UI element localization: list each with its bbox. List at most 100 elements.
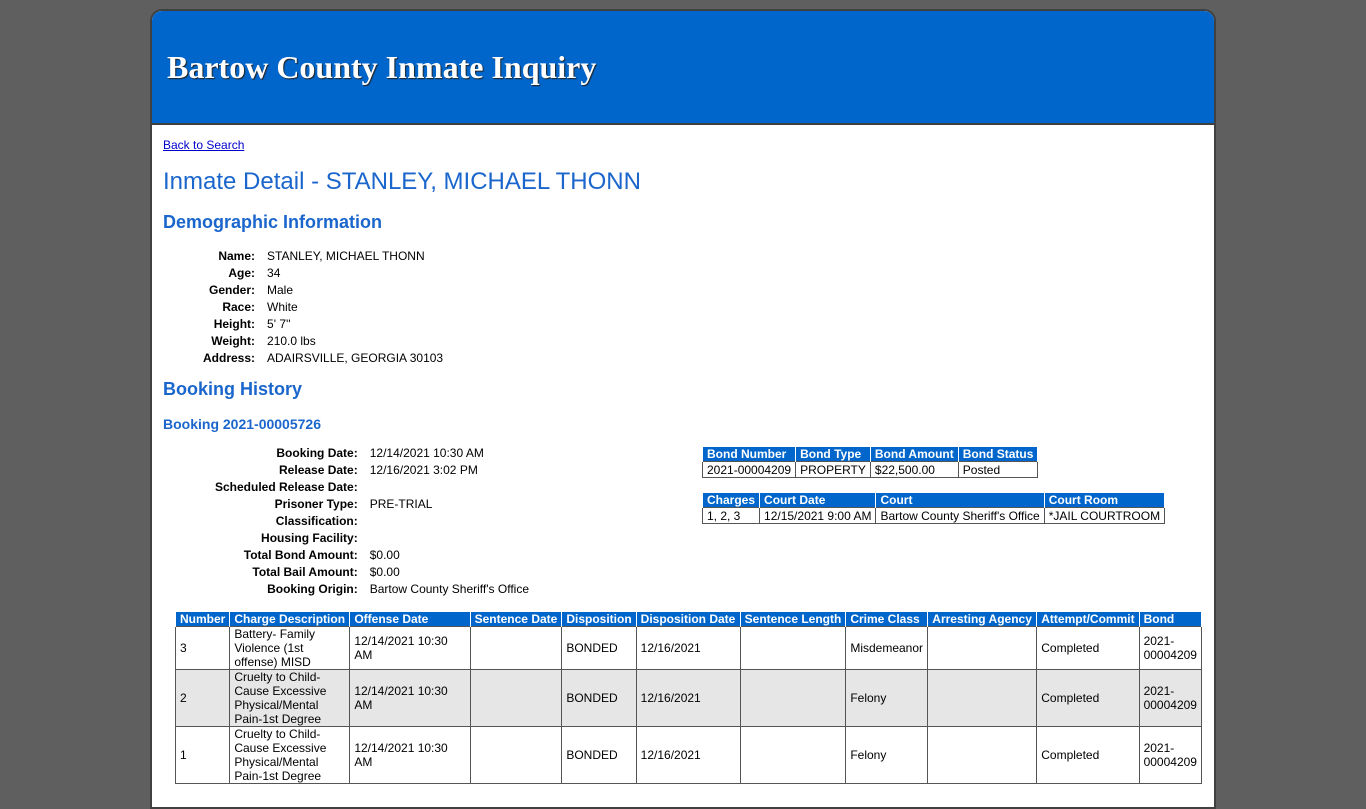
charges-table-cell: Felony	[845, 669, 929, 727]
charges-table-cell: Completed	[1036, 669, 1140, 727]
charges-table-cell: Cruelty to Child- Cause Excessive Physic…	[229, 726, 351, 784]
booking-field-value	[370, 512, 529, 529]
charges-table-column-header: Charge Description	[229, 611, 351, 627]
court-table-column-header: Court	[875, 492, 1045, 508]
charges-table-cell: BONDED	[561, 726, 637, 784]
booking-heading: Booking 2021-00005726	[163, 416, 321, 432]
charges-table-cell: Battery- Family Violence (1st offense) M…	[229, 626, 351, 670]
charges-table-cell	[739, 669, 847, 727]
charges-table-column-header: Offense Date	[349, 611, 471, 627]
booking-field-value: PRE-TRIAL	[369, 496, 433, 511]
demographic-field-label: Gender:	[209, 282, 256, 297]
bond-table-cell: Posted	[957, 461, 1039, 478]
charges-table-cell: Cruelty to Child- Cause Excessive Physic…	[229, 669, 351, 727]
bond-table-row: 2021-00004209 PROPERTY $22,500.00 Posted	[701, 461, 1039, 478]
charges-table-cell	[927, 669, 1038, 727]
demographic-field-row: Address: ADAIRSVILLE, GEORGIA 30103	[203, 349, 443, 366]
bond-table-cell: PROPERTY	[795, 461, 871, 478]
charges-table-cell	[469, 726, 563, 784]
charges-table-row: 2 Cruelty to Child- Cause Excessive Physi…	[174, 669, 1203, 727]
demographic-field-row: Age: 34	[203, 264, 443, 281]
back-to-search-link[interactable]: Back to Search	[163, 138, 244, 152]
charges-table-cell: 12/16/2021	[635, 726, 741, 784]
booking-field-row: Booking Date: 12/14/2021 10:30 AM	[215, 444, 529, 461]
charges-table-cell: Misdemeanor	[845, 626, 929, 670]
booking-field-row: Housing Facility:	[215, 529, 529, 546]
charges-table-column-header: Disposition	[561, 611, 637, 627]
demographic-field-row: Height: 5' 7''	[203, 315, 443, 332]
demographic-field-value: White	[267, 299, 298, 314]
charges-table-row: 1 Cruelty to Child- Cause Excessive Physi…	[174, 726, 1203, 784]
demographics-heading: Demographic Information	[163, 212, 383, 232]
charges-table-cell: 12/16/2021	[635, 669, 741, 727]
demographic-field-value: ADAIRSVILLE, GEORGIA 30103	[267, 350, 444, 365]
charges-table-cell: Completed	[1036, 726, 1140, 784]
charges-table-cell	[469, 626, 563, 670]
charges-table-column-header: Bond	[1138, 611, 1203, 627]
page-title: Inmate Detail - STANLEY, MICHAEL THONN	[163, 168, 641, 195]
booking-field-value	[370, 478, 529, 495]
charges-table-cell: 1	[174, 726, 231, 784]
booking-field-label: Booking Origin:	[267, 581, 358, 596]
demographic-field-label: Weight:	[211, 333, 256, 348]
court-table-cell: Bartow County Sheriff's Office	[875, 507, 1045, 524]
court-table-cell: 1, 2, 3	[701, 507, 761, 524]
demographic-field-row: Name: STANLEY, MICHAEL THONN	[203, 247, 443, 264]
charges-table-cell: 2021-00004209	[1138, 669, 1203, 727]
charges-table-cell: BONDED	[561, 669, 637, 727]
charges-table-column-header: Sentence Date	[469, 611, 563, 627]
charges-table-cell: 12/14/2021 10:30 AM	[349, 726, 471, 784]
charges-table-cell: 3	[174, 626, 231, 670]
bond-table: Bond Number Bond Type Bond Amount Bond Stat…	[701, 446, 1039, 478]
charges-table-cell: 2	[174, 669, 231, 727]
demographic-field-label: Age:	[228, 265, 256, 280]
booking-field-value: 12/16/2021 3:02 PM	[369, 462, 478, 477]
bond-table-column-header: Bond Status	[957, 446, 1039, 462]
charges-table-column-header: Arresting Agency	[927, 611, 1038, 627]
charges-table-cell	[739, 626, 847, 670]
charges-table-column-header: Number	[174, 611, 231, 627]
demographic-field-value: 210.0 lbs	[267, 333, 316, 348]
header-banner: Bartow County Inmate Inquiry	[152, 11, 1214, 125]
charges-table-cell	[927, 626, 1038, 670]
booking-field-value: $0.00	[369, 564, 400, 579]
booking-field-row: Classification:	[215, 512, 529, 529]
booking-field-label: Scheduled Release Date:	[215, 479, 358, 494]
demographic-field-value: 34	[267, 265, 281, 280]
booking-field-row: Release Date: 12/16/2021 3:02 PM	[215, 461, 529, 478]
site-title: Bartow County Inmate Inquiry	[167, 49, 597, 85]
charges-table-cell	[927, 726, 1038, 784]
bond-table-column-header: Bond Type	[795, 446, 871, 462]
booking-field-label: Release Date:	[279, 462, 358, 477]
charges-table-cell: 2021-00004209	[1138, 626, 1203, 670]
court-table-column-header: Court Date	[759, 492, 877, 508]
booking-details-table: Booking Date: 12/14/2021 10:30 AM Release …	[215, 444, 529, 597]
charges-table-cell: 12/14/2021 10:30 AM	[349, 669, 471, 727]
demographic-field-value: STANLEY, MICHAEL THONN	[267, 248, 425, 263]
bond-table-column-header: Bond Number	[701, 446, 797, 462]
demographic-field-label: Race:	[222, 299, 256, 314]
charges-table-cell: 12/14/2021 10:30 AM	[349, 626, 471, 670]
booking-field-row: Scheduled Release Date:	[215, 478, 529, 495]
booking-field-label: Booking Date:	[276, 445, 358, 460]
bond-table-cell: $22,500.00	[869, 461, 959, 478]
charges-table: Number Charge Description Offense Date Sent…	[174, 611, 1203, 784]
charges-table-column-header: Disposition Date	[635, 611, 741, 627]
booking-field-row: Total Bond Amount: $0.00	[215, 546, 529, 563]
charges-table-cell	[469, 669, 563, 727]
court-table: Charges Court Date Court Court Room 1, 2, 3…	[701, 492, 1166, 524]
court-table-row: 1, 2, 3 12/15/2021 9:00 AM Bartow County S…	[701, 507, 1166, 524]
booking-history-heading: Booking History	[163, 379, 303, 399]
charges-table-cell: 2021-00004209	[1138, 726, 1203, 784]
court-table-column-header: Charges	[701, 492, 761, 508]
booking-field-label: Total Bond Amount:	[243, 547, 358, 562]
demographic-field-label: Name:	[218, 248, 256, 263]
demographic-field-row: Race: White	[203, 298, 443, 315]
page-container: Bartow County Inmate Inquiry Back to Sea…	[150, 9, 1216, 809]
charges-table-cell: 12/16/2021	[635, 626, 741, 670]
demographics-table: Name: STANLEY, MICHAEL THONN Age: 34 Gender:…	[203, 247, 443, 366]
charges-table-column-header: Attempt/Commit	[1036, 611, 1140, 627]
court-table-cell: 12/15/2021 9:00 AM	[759, 507, 877, 524]
booking-field-label: Prisoner Type:	[274, 496, 358, 511]
court-table-column-header: Court Room	[1043, 492, 1166, 508]
